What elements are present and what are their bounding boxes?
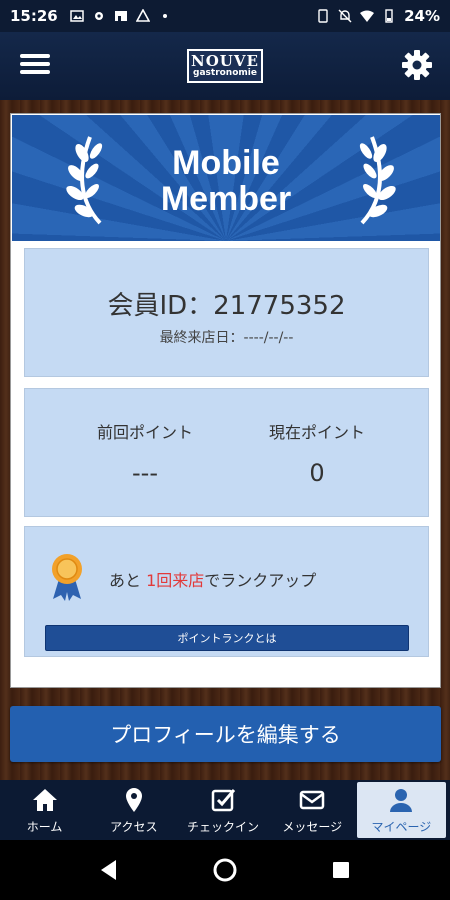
user-icon [390,788,413,812]
nav-home-label: ホーム [26,819,63,834]
current-points: 現在ポイント 0 [237,419,397,487]
member-id-panel: 会員ID：21775352 最終来店日：----/--/-- [24,248,429,377]
point-rank-info-button[interactable]: ポイントランクとは [45,625,409,651]
logo-text-bottom: gastronomie [193,68,257,78]
store-icon [114,11,127,21]
status-bar: 15:26 24% [0,0,450,32]
nav-mypage-label: マイページ [371,819,432,834]
rank-up-message: あと 1回来店でランクアップ [109,567,316,591]
nav-access-label: アクセス [110,819,158,834]
laurel-right-icon [359,136,396,225]
points-panel: 前回ポイント --- 現在ポイント 0 [24,388,429,517]
rank-text-before: あと [109,571,147,590]
brand-logo: NOUVE gastronomie [187,49,263,83]
current-points-label: 現在ポイント [268,423,365,442]
bottom-nav: ホーム アクセス チェックイン メッセージ マイページ [0,780,450,840]
battery-icon [385,9,393,23]
nav-home[interactable]: ホーム [0,780,89,840]
nav-checkin[interactable]: チェックイン [178,780,267,840]
battery-percent: 24% [404,7,440,25]
previous-points-label: 前回ポイント [96,423,193,442]
last-visit-date: 最終来店日：----/--/-- [159,330,294,346]
member-card: Mobile Member 会員ID：21775352 最終来店日：----/-… [10,113,441,688]
rank-text-after: でランクアップ [204,571,317,590]
nav-access[interactable]: アクセス [89,780,178,840]
back-icon[interactable] [96,857,122,883]
wifi-icon [360,10,375,22]
image-icon [70,10,84,22]
drive-icon [135,9,150,22]
notification-icons [70,9,172,23]
nav-message-label: メッセージ [282,819,343,834]
status-time: 15:26 [10,7,58,25]
dot-icon [162,14,167,18]
recent-apps-icon[interactable] [328,857,354,883]
gear-icon[interactable] [400,48,434,82]
nav-mypage[interactable]: マイページ [356,782,447,838]
envelope-icon [299,790,325,809]
rank-visits-remaining: 1回来店 [146,571,205,590]
hamburger-menu-icon[interactable] [20,50,50,80]
rank-panel: あと 1回来店でランクアップ ポイントランクとは [24,526,429,657]
nav-message[interactable]: メッセージ [268,780,357,840]
bell-off-icon [338,9,352,23]
app-header: NOUVE gastronomie [0,32,450,100]
previous-points: 前回ポイント --- [65,419,225,487]
rotate-icon [318,9,328,23]
mobile-member-banner: Mobile Member [12,115,440,241]
gear-flower-icon [94,12,103,20]
map-pin-icon [125,787,142,812]
previous-points-value: --- [132,459,158,487]
home-icon [32,788,57,811]
edit-profile-button[interactable]: プロフィールを編集する [10,706,441,762]
medal-icon [52,554,82,601]
checkbox-icon [211,788,236,811]
system-nav-bar [0,840,450,900]
status-right: 24% [316,7,440,25]
home-circle-icon[interactable] [212,857,238,883]
logo-text-top: NOUVE [191,52,259,70]
nav-checkin-label: チェックイン [187,819,260,834]
current-points-value: 0 [309,459,325,487]
member-id: 会員ID：21775352 [107,291,346,321]
